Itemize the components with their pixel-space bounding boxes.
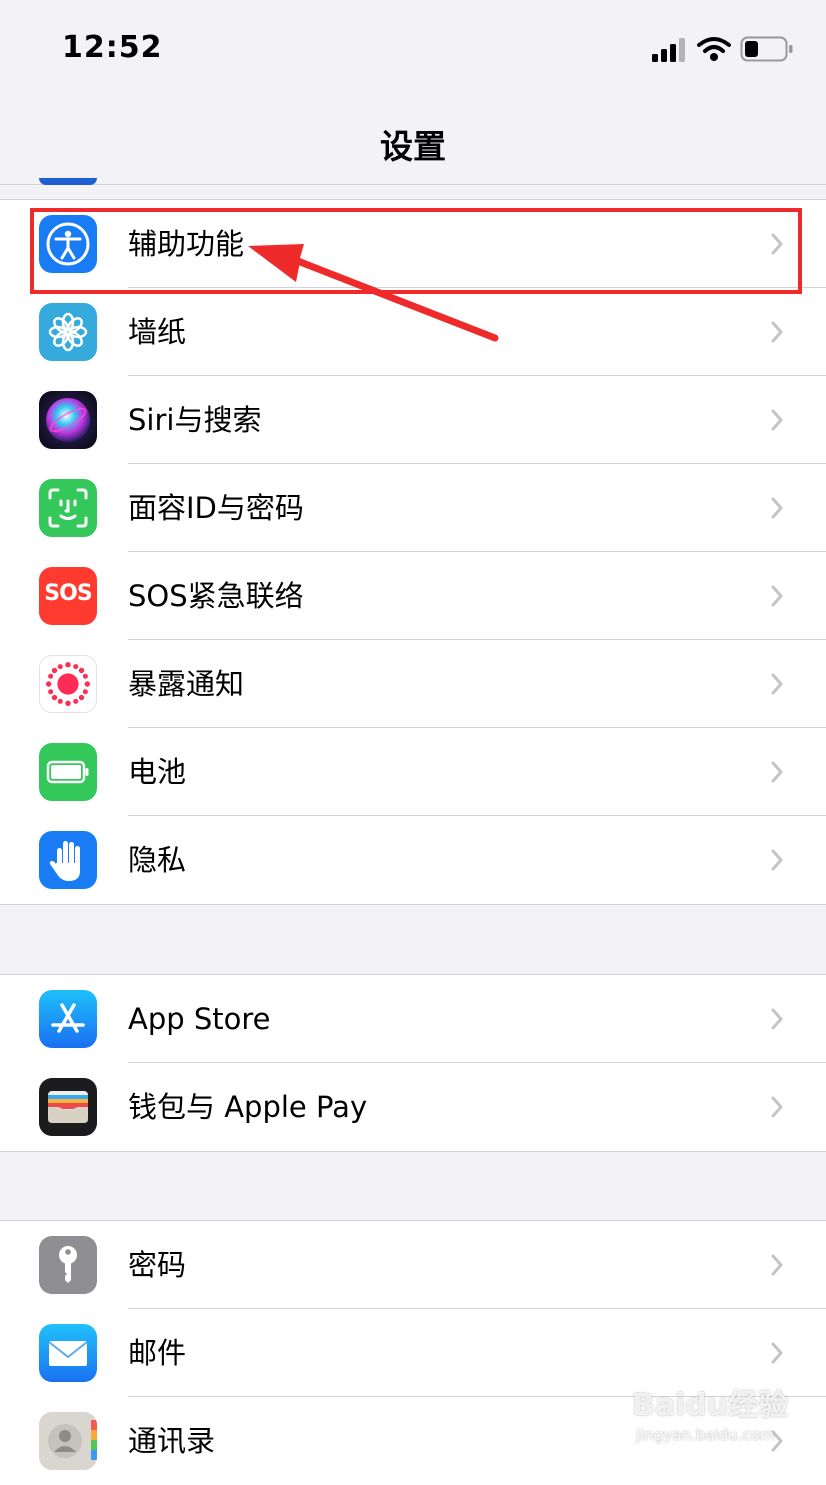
contacts-icon [39,1412,97,1470]
settings-row-passwords[interactable]: 密码 [0,1221,826,1309]
chevron-right-icon [771,233,783,255]
key-icon [39,1236,97,1294]
mail-icon [39,1324,97,1382]
settings-row-label: 邮件 [128,1336,187,1370]
watermark: Baidu经验 jingyan.baidu.com [632,1380,812,1450]
settings-row-label: 钱包与 Apple Pay [128,1090,368,1124]
status-time: 12:52 [62,30,163,65]
watermark-logo: Baidu经验 [632,1388,789,1423]
chevron-right-icon [771,497,783,519]
settings-row-exposure[interactable]: 暴露通知 [0,640,826,728]
exposure-notification-icon [39,655,97,713]
settings-row-siri[interactable]: Siri与搜索 [0,376,826,464]
settings-row-app-store[interactable]: App Store [0,975,826,1063]
sos-icon: SOS [39,567,97,625]
privacy-hand-icon [39,831,97,889]
settings-row-label: 暴露通知 [128,667,245,701]
settings-row-label: 辅助功能 [128,227,245,261]
accessibility-icon [39,215,97,273]
chevron-right-icon [771,849,783,871]
settings-row-label: App Store [128,1002,271,1036]
settings-row-label: SOS紧急联络 [128,579,304,613]
scrolled-row-icon-edge [39,178,97,185]
settings-row-accessibility[interactable]: 辅助功能 [0,200,826,288]
settings-row-label: 密码 [128,1248,187,1282]
chevron-right-icon [771,585,783,607]
settings-row-face-id[interactable]: 面容ID与密码 [0,464,826,552]
settings-group-store: App Store 钱包与 Apple Pay [0,974,826,1152]
settings-row-label: 电池 [128,755,187,789]
watermark-url: jingyan.baidu.com [636,1426,775,1444]
sos-icon-text: SOS [44,581,92,606]
wallpaper-flower-icon [39,303,97,361]
chevron-right-icon [771,1342,783,1364]
face-id-icon [39,479,97,537]
chevron-right-icon [771,673,783,695]
battery-icon [39,743,97,801]
chevron-right-icon [771,1008,783,1030]
battery-status-icon [740,36,793,62]
settings-row-label: 通讯录 [128,1424,216,1458]
cellular-signal-icon [652,38,685,62]
status-bar: 12:52 [0,0,826,100]
chevron-right-icon [771,761,783,783]
settings-row-privacy[interactable]: 隐私 [0,816,826,904]
settings-row-wallet[interactable]: 钱包与 Apple Pay [0,1063,826,1151]
settings-row-label: Siri与搜索 [128,403,262,437]
settings-row-label: 隐私 [128,843,187,877]
chevron-right-icon [771,321,783,343]
settings-row-label: 墙纸 [128,315,187,349]
page-title: 设置 [380,127,446,166]
siri-icon [39,391,97,449]
settings-row-label: 面容ID与密码 [128,491,304,525]
chevron-right-icon [771,409,783,431]
wallet-icon [39,1078,97,1136]
app-store-icon [39,990,97,1048]
navigation-bar: 设置 [0,100,826,185]
settings-row-battery[interactable]: 电池 [0,728,826,816]
chevron-right-icon [771,1096,783,1118]
chevron-right-icon [771,1254,783,1276]
settings-row-wallpaper[interactable]: 墙纸 [0,288,826,376]
settings-row-sos[interactable]: SOS SOS紧急联络 [0,552,826,640]
wifi-icon [697,37,731,61]
settings-group-general: 辅助功能 墙纸 Siri与搜索 面容ID与密码 SOS SOS紧急联络 暴露通知… [0,199,826,905]
